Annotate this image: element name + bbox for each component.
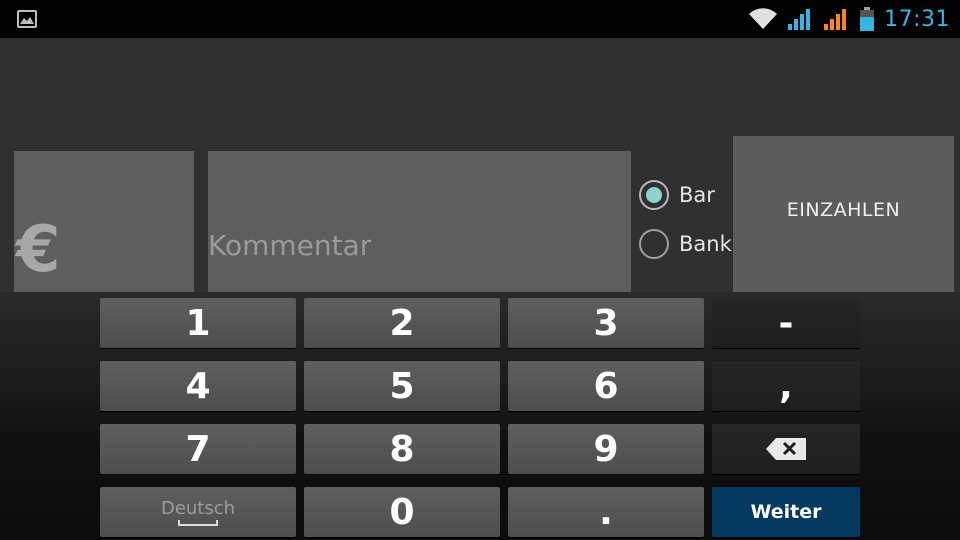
gallery-notification-icon [17, 10, 37, 28]
key-backspace[interactable] [712, 424, 860, 474]
radio-bar-indicator[interactable] [639, 180, 669, 210]
key-7[interactable]: 7 [100, 424, 296, 474]
key-comma[interactable]: , [712, 361, 860, 411]
status-bar: 17:31 [0, 0, 960, 38]
amount-input[interactable]: € [14, 151, 194, 292]
comment-input[interactable]: Kommentar [208, 151, 631, 292]
radio-bank-indicator[interactable] [639, 229, 669, 259]
key-language[interactable]: Deutsch [100, 487, 296, 537]
spacebar-icon [178, 520, 218, 526]
currency-symbol: € [16, 213, 61, 287]
wifi-icon [749, 8, 778, 29]
key-1[interactable]: 1 [100, 298, 296, 348]
status-time: 17:31 [884, 6, 950, 32]
signal-blue-icon [788, 9, 811, 30]
deposit-button[interactable]: EINZAHLEN [733, 136, 954, 292]
app-screen: 17:31 € Kommentar Bar Bank EINZAHLEN 1 2… [0, 0, 960, 540]
key-2[interactable]: 2 [304, 298, 500, 348]
comment-placeholder: Kommentar [208, 229, 372, 262]
numeric-keyboard: 1 2 3 - 4 5 6 , 7 8 9 Deutsch 0 . Weiter [0, 292, 960, 540]
key-minus[interactable]: - [712, 298, 860, 348]
status-icons: 17:31 [748, 0, 950, 38]
language-label: Deutsch [160, 498, 236, 519]
radio-bar[interactable]: Bar [639, 180, 715, 210]
key-9[interactable]: 9 [508, 424, 704, 474]
radio-bank[interactable]: Bank [639, 229, 732, 259]
radio-bar-label: Bar [679, 183, 715, 207]
key-0[interactable]: 0 [304, 487, 500, 537]
radio-bank-label: Bank [679, 232, 732, 256]
key-4[interactable]: 4 [100, 361, 296, 411]
key-5[interactable]: 5 [304, 361, 500, 411]
key-6[interactable]: 6 [508, 361, 704, 411]
key-8[interactable]: 8 [304, 424, 500, 474]
battery-icon [860, 7, 875, 31]
key-next[interactable]: Weiter [712, 487, 860, 537]
key-3[interactable]: 3 [508, 298, 704, 348]
backspace-icon [766, 438, 806, 460]
key-period[interactable]: . [508, 487, 704, 537]
signal-orange-icon [824, 9, 847, 30]
